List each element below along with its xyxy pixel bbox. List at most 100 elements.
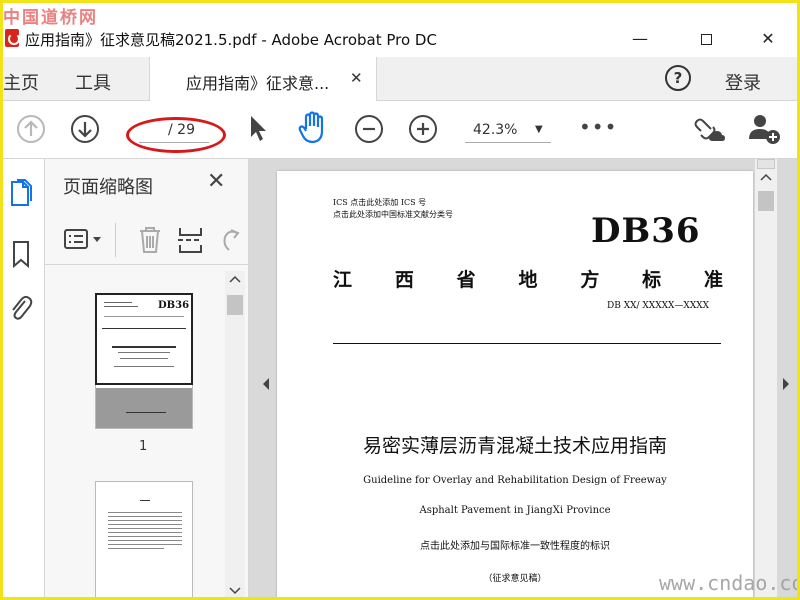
document-scrollbar[interactable]	[755, 159, 777, 597]
thumbnail-line	[114, 366, 174, 367]
title-bar: 应用指南》征求意见稿2021.5.pdf - Adobe Acrobat Pro…	[3, 21, 797, 57]
plus-icon	[417, 123, 429, 135]
thumbnail-line	[118, 352, 170, 353]
document-view: ICS 点击此处添加 ICS 号 点击此处添加中国标准文献分类号 DB36 江 …	[249, 159, 797, 597]
pointer-icon	[251, 116, 266, 141]
thumbnail-line	[108, 528, 182, 529]
trash-icon	[140, 227, 160, 253]
delete-page-button[interactable]	[137, 225, 163, 259]
heading-char: 标	[642, 269, 662, 291]
thumbnail-line	[108, 512, 182, 513]
window-title: 应用指南》征求意见稿2021.5.pdf - Adobe Acrobat Pro…	[25, 31, 437, 49]
thumbnail-line	[104, 316, 184, 317]
thumbnail-line	[112, 346, 176, 348]
minimize-button[interactable]: —	[617, 25, 663, 53]
thumbnail-line	[108, 516, 182, 517]
select-tool-button[interactable]	[247, 113, 269, 143]
ccs-line: 点击此处添加中国标准文献分类号	[333, 210, 453, 219]
cloud-link-icon	[694, 118, 725, 141]
page-thumbnails-tab[interactable]	[9, 179, 33, 207]
thumbnail-line	[140, 500, 150, 501]
close-window-button[interactable]: ✕	[745, 25, 791, 53]
login-button[interactable]: 登录	[725, 69, 761, 95]
bookmarks-tab[interactable]	[9, 239, 33, 269]
zoom-select[interactable]: 42.3% ▼	[465, 117, 551, 143]
tab-bar: 主页 工具 应用指南》征求意... ✕ ? 登录	[3, 57, 797, 102]
toolbar-divider	[115, 223, 116, 257]
thumbnail-line	[102, 328, 186, 329]
watermark-bottom: www.cndao.com	[659, 571, 800, 595]
rotate-page-button[interactable]	[217, 225, 243, 259]
heading-char: 省	[456, 269, 476, 291]
document-title-en-1: Guideline for Overlay and Rehabilitation…	[363, 475, 667, 486]
annotation-ellipse	[126, 117, 226, 153]
maximize-button[interactable]	[683, 25, 729, 53]
heading-char: 西	[394, 269, 414, 291]
chevron-down-icon: ▼	[535, 124, 543, 135]
page-thumbnail-label: 1	[139, 439, 148, 454]
thumbnail-toolbar	[45, 215, 249, 265]
document-title-en-2: Asphalt Pavement in JiangXi Province	[419, 505, 611, 516]
acrobat-icon	[5, 29, 20, 47]
heading-char: 方	[580, 269, 600, 291]
document-scroll-thumb[interactable]	[758, 191, 774, 211]
local-standard-heading: 江 西 省 地 方 标 准	[333, 265, 723, 292]
more-tools-button[interactable]: •••	[579, 115, 617, 139]
hand-tool-button[interactable]	[297, 111, 327, 144]
arrow-down-icon	[78, 122, 92, 138]
thumbnail-db-code: DB36	[158, 300, 190, 311]
split-handle[interactable]	[757, 159, 775, 169]
prev-page-button[interactable]	[17, 115, 45, 143]
db-number: DB XX/ XXXXX—XXXX	[607, 301, 710, 311]
thumbnail-line	[108, 524, 182, 525]
zoom-in-button[interactable]	[409, 115, 437, 143]
page-thumbnail-2[interactable]	[95, 481, 193, 597]
document-title-cn: 易密实薄层沥青混凝土技术应用指南	[362, 435, 667, 457]
scroll-up-icon[interactable]	[760, 173, 772, 181]
tab-close-button[interactable]: ✕	[350, 69, 363, 87]
rotate-icon	[223, 229, 240, 251]
minus-icon	[363, 127, 375, 131]
heading-char: 江	[333, 269, 353, 291]
bookmark-icon	[13, 241, 29, 269]
thumbnail-line	[108, 536, 182, 537]
next-page-button[interactable]	[71, 115, 99, 143]
share-link-button[interactable]	[693, 113, 727, 143]
db-code: DB36	[591, 211, 701, 251]
maximize-icon	[700, 34, 712, 45]
attachments-tab[interactable]	[9, 293, 33, 321]
thumbnail-options-button[interactable]	[63, 227, 105, 257]
navigation-rail	[3, 159, 45, 597]
toolbar: / 29 42.3% ▼ •••	[3, 101, 797, 159]
thumbnail-line	[104, 306, 138, 307]
horizontal-rule	[333, 343, 721, 344]
add-user-button[interactable]	[747, 113, 781, 144]
thumbnail-scroll-thumb[interactable]	[227, 295, 243, 315]
next-page-arrow-icon[interactable]	[781, 377, 791, 391]
tab-document[interactable]: 应用指南》征求意... ✕	[149, 57, 377, 102]
tab-home[interactable]: 主页	[3, 69, 39, 95]
extract-page-button[interactable]	[177, 225, 205, 259]
page-thumbnails-icon	[11, 179, 32, 206]
thumbnail-line	[104, 302, 132, 303]
thumbnail-line	[126, 412, 166, 413]
list-options-icon	[64, 229, 101, 249]
app-window: 应用指南》征求意见稿2021.5.pdf - Adobe Acrobat Pro…	[0, 0, 800, 600]
scroll-up-icon[interactable]	[229, 275, 241, 283]
ics-line: ICS 点击此处添加 ICS 号	[333, 198, 427, 207]
zoom-out-button[interactable]	[355, 115, 383, 143]
close-panel-button[interactable]: ✕	[207, 169, 225, 194]
hand-icon	[298, 111, 324, 144]
heading-char: 地	[518, 269, 538, 291]
tab-tools[interactable]: 工具	[75, 69, 111, 95]
international-consistency-note: 点击此处添加与国际标准一致性程度的标识	[420, 541, 610, 552]
thumbnail-scrollbar[interactable]	[225, 271, 245, 597]
add-user-icon	[749, 115, 780, 144]
heading-char: 准	[703, 269, 723, 291]
page-thumbnail-1[interactable]: DB36	[95, 293, 193, 429]
scroll-down-icon[interactable]	[229, 587, 241, 595]
thumbnail-line	[120, 358, 168, 359]
thumbnail-footer	[96, 388, 192, 428]
previous-page-arrow-icon[interactable]	[261, 377, 271, 391]
help-icon[interactable]: ?	[665, 65, 691, 91]
